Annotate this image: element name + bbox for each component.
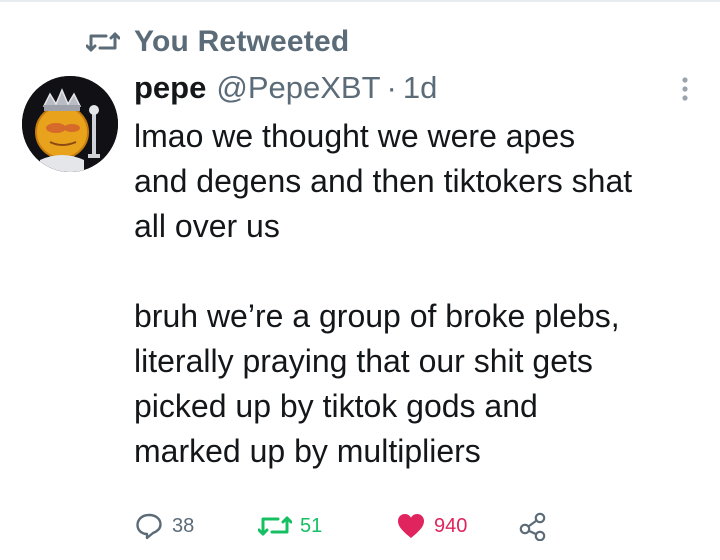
tweet-header: pepe @PepeXBT · 1d (134, 70, 437, 110)
author-handle[interactable]: @PepeXBT (216, 70, 380, 106)
reply-icon (134, 511, 164, 541)
like-count: 940 (434, 514, 468, 537)
author-display-name[interactable]: pepe (134, 70, 206, 106)
avatar[interactable] (22, 76, 118, 172)
retweet-icon (86, 30, 120, 54)
share-button[interactable] (518, 506, 548, 546)
reply-count: 38 (172, 514, 195, 537)
heart-icon (396, 512, 426, 540)
header-separator: · (386, 70, 397, 105)
like-button[interactable]: 940 (396, 506, 467, 546)
more-vertical-icon (681, 76, 689, 107)
retweet-count: 51 (300, 514, 323, 537)
pepe-king-avatar (22, 76, 118, 172)
tweet-actions: 38 51 940 (134, 506, 694, 546)
retweet-button[interactable]: 51 (258, 506, 322, 546)
tweet-card[interactable]: You Retweeted pepe @PepeXBT · 1d lmao we… (0, 0, 720, 560)
retweet-banner: You Retweeted (86, 22, 349, 62)
share-icon (518, 511, 548, 541)
more-options-button[interactable] (668, 74, 702, 108)
reply-button[interactable]: 38 (134, 506, 194, 546)
tweet-text: lmao we thought we were apes and degens … (134, 118, 633, 469)
retweet-banner-label: You Retweeted (134, 25, 350, 58)
retweet-icon (258, 513, 292, 539)
tweet-time[interactable]: 1d (403, 70, 437, 106)
divider (0, 0, 720, 2)
